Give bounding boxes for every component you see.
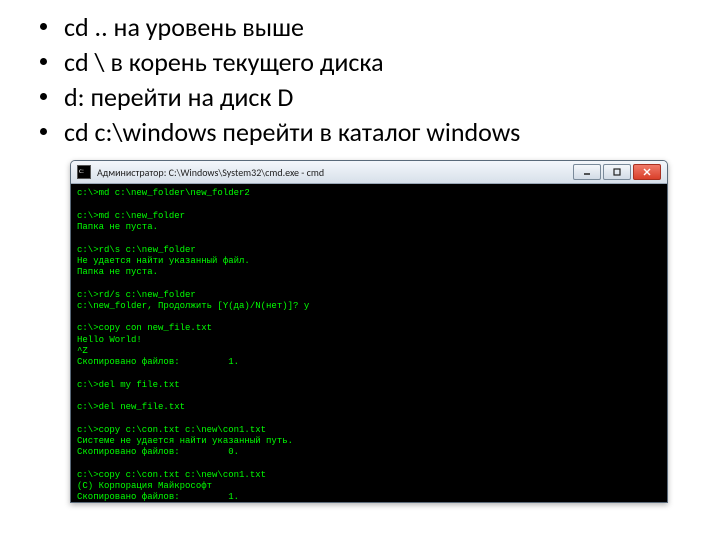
maximize-icon	[613, 168, 621, 176]
terminal-output[interactable]: c:\>md c:\new_folder\new_folder2 c:\>md …	[71, 184, 667, 502]
bullet-item: cd c:\windows перейти в каталог windows	[30, 115, 690, 150]
window-controls	[573, 164, 661, 180]
minimize-icon	[583, 169, 591, 175]
close-icon	[643, 168, 651, 176]
minimize-button[interactable]	[573, 164, 601, 180]
bullet-item: cd .. на уровень выше	[30, 10, 690, 45]
bullet-item: cd \ в корень текущего диска	[30, 45, 690, 80]
command-bullet-list: cd .. на уровень выше cd \ в корень теку…	[30, 10, 690, 150]
window-title: Администратор: C:\Windows\System32\cmd.e…	[97, 166, 573, 179]
window-titlebar: Администратор: C:\Windows\System32\cmd.e…	[71, 161, 667, 184]
bullet-item: d: перейти на диск D	[30, 80, 690, 115]
cmd-icon	[77, 165, 91, 179]
cmd-window: Администратор: C:\Windows\System32\cmd.e…	[70, 160, 668, 503]
close-button[interactable]	[633, 164, 661, 180]
maximize-button[interactable]	[603, 164, 631, 180]
